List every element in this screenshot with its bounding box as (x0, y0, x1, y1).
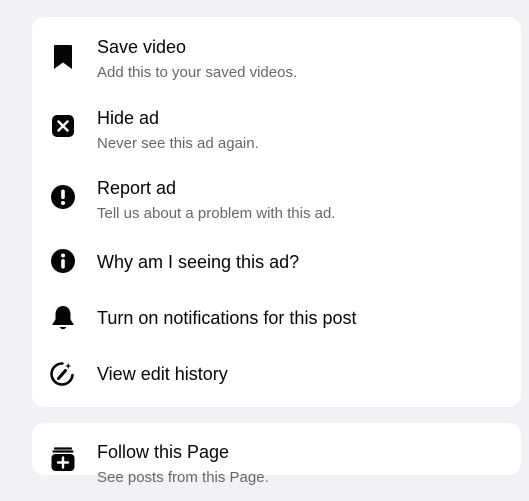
menu-item-save-video[interactable]: Save video Add this to your saved videos… (32, 17, 521, 89)
menu-item-turn-on-notifications[interactable]: Turn on notifications for this post (32, 285, 521, 341)
menu-item-title: Why am I seeing this ad? (97, 252, 300, 272)
exclamation-circle-icon (50, 184, 76, 210)
menu-item-view-edit-history[interactable]: View edit history (32, 341, 521, 401)
menu-item-subtitle: Never see this ad again. (97, 135, 259, 152)
menu-item-subtitle: Add this to your saved videos. (97, 64, 298, 81)
menu-item-follow-page[interactable]: Follow this Page See posts from this Pag… (32, 423, 521, 486)
follow-page-title: Follow this Page (97, 442, 230, 462)
bookmark-icon (50, 44, 76, 70)
menu-item-why-seeing-ad[interactable]: Why am I seeing this ad? (32, 227, 521, 285)
follow-page-subtitle: See posts from this Page. (97, 469, 269, 486)
menu-item-title: Save video (97, 37, 187, 57)
menu-item-report-ad[interactable]: Report ad Tell us about a problem with t… (32, 157, 521, 227)
menu-item-title: Report ad (97, 178, 177, 198)
bell-icon (50, 305, 76, 331)
edit-history-icon (50, 361, 76, 387)
follow-page-card: Follow this Page See posts from this Pag… (32, 423, 521, 486)
menu-item-title: Turn on notifications for this post (97, 308, 357, 328)
menu-item-title: View edit history (97, 364, 228, 384)
post-options-menu: Save video Add this to your saved videos… (32, 17, 521, 407)
menu-item-subtitle: Tell us about a problem with this ad. (97, 205, 336, 222)
menu-item-title: Hide ad (97, 108, 160, 128)
follow-page-icon (50, 446, 76, 472)
close-box-icon (50, 113, 76, 139)
menu-item-hide-ad[interactable]: Hide ad Never see this ad again. (32, 89, 521, 157)
info-circle-icon (50, 248, 76, 274)
